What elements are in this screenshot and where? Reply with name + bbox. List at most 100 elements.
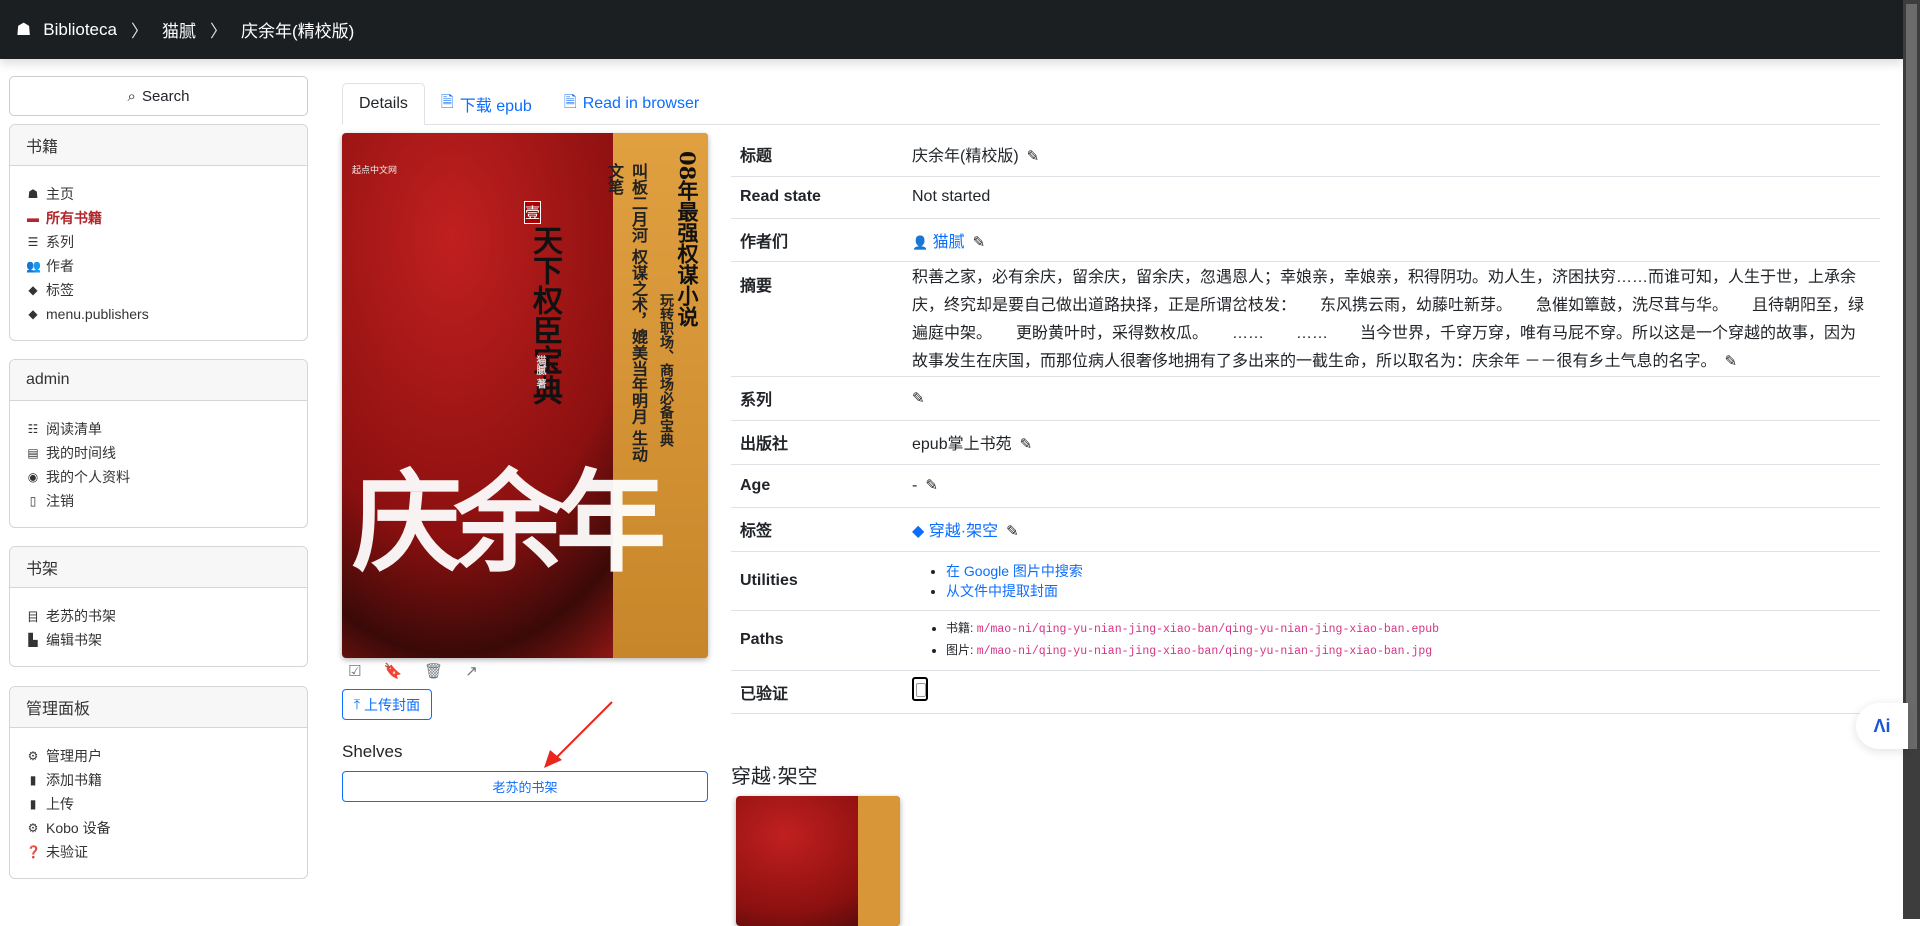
pencil-icon[interactable]: ✎ — [1724, 348, 1737, 376]
pencil-icon[interactable]: ✎ — [1006, 522, 1019, 540]
card-title: 管理面板 — [10, 687, 307, 728]
path-label: 书籍: — [946, 621, 974, 635]
books-card: 书籍 ☗ 主页 ▬ 所有书籍 ☰ 系列 👥 作者 ◆ 标签 ◆ menu.publisher… — [9, 124, 308, 341]
chevron-right-icon: 〉 — [209, 22, 227, 41]
pencil-icon[interactable]: ✎ — [912, 389, 925, 407]
sidebar-item-add-books[interactable]: ▮ 添加书籍 — [26, 768, 291, 792]
sidebar-item-manage-users[interactable]: ⚙ 管理用户 — [26, 744, 291, 768]
checkbox-icon[interactable]: ☑ — [348, 662, 361, 680]
label: 上传 — [46, 796, 74, 812]
tab-download-epub[interactable]: 🗎 下载 epub — [425, 83, 548, 125]
label: 上传封面 — [364, 696, 421, 713]
sidebar-item-authors[interactable]: 👥 作者 — [26, 254, 291, 278]
assistant-floating-button[interactable]: Λi — [1856, 703, 1908, 749]
sidebar-item-upload[interactable]: ▮ 上传 — [26, 792, 291, 816]
cover-actions: ☑ 🔖 🗑 ↗ — [348, 662, 478, 680]
label: 添加书籍 — [46, 772, 102, 788]
tab-label: 下载 epub — [459, 98, 532, 115]
pencil-icon[interactable]: ✎ — [925, 476, 938, 494]
sidebar-item-series[interactable]: ☰ 系列 — [26, 230, 291, 254]
label: Kobo 设备 — [46, 820, 111, 836]
label: 所有书籍 — [46, 210, 102, 226]
sidebar-item-unverified[interactable]: ❓ 未验证 — [26, 840, 291, 864]
sidebar-item-reading-list[interactable]: ☷ 阅读清单 — [26, 417, 291, 441]
path-label: 图片: — [946, 643, 974, 657]
verified-checkbox[interactable] — [912, 677, 928, 701]
pencil-icon[interactable]: ✎ — [1027, 147, 1040, 165]
shelf-button[interactable]: 老苏的书架 — [342, 771, 708, 802]
tag-icon: ◆ — [912, 523, 925, 540]
card-title: 书架 — [10, 547, 307, 588]
breadcrumb-title: 庆余年(精校版) — [240, 22, 355, 41]
search-icon: ⌕ — [127, 87, 136, 105]
search-button[interactable]: ⌕ Search — [9, 76, 308, 116]
top-navbar: ☗ Biblioteca 〉 猫腻 〉 庆余年(精校版) — [0, 0, 1903, 59]
sidebar-item-timeline[interactable]: ▤ 我的时间线 — [26, 441, 291, 465]
scrollbar[interactable] — [1903, 0, 1920, 919]
breadcrumb-home[interactable]: Biblioteca — [43, 20, 117, 40]
shelf-icon: 目 — [26, 609, 39, 624]
list-icon: ☷ — [27, 422, 39, 436]
card-title: admin — [10, 360, 307, 401]
sidebar-item-all-books[interactable]: ▬ 所有书籍 — [26, 206, 291, 230]
home-icon: ☗ — [27, 187, 39, 201]
label: 主页 — [46, 186, 74, 202]
row-tags: 标签 ◆ 穿越·架空 ✎ — [731, 507, 1880, 552]
edit-shelf-icon: ▙ — [28, 633, 38, 647]
file-download-icon: 🗎 — [440, 93, 454, 111]
sidebar-item-tags[interactable]: ◆ 标签 — [26, 278, 291, 302]
user-icon: 👤 — [912, 234, 929, 250]
extract-cover-link[interactable]: 从文件中提取封面 — [946, 583, 1058, 599]
sidebar-item-logout[interactable]: ▯ 注销 — [26, 489, 291, 513]
calendar-icon: ▤ — [27, 446, 39, 460]
row-utilities: Utilities 在 Google 图片中搜索从文件中提取封面 — [731, 551, 1880, 611]
tags-icon: ◆ — [28, 307, 38, 321]
label: 摘要 — [731, 261, 903, 377]
age-value: - — [912, 477, 918, 494]
row-summary: 摘要 积善之家，必有余庆，留余庆，留余庆，忽遇恩人；幸娘亲，幸娘亲，积得阴功。劝人… — [731, 261, 1880, 377]
cover-sub1: 玩转职场、商场必备宝典 — [658, 293, 674, 447]
label: 我的时间线 — [46, 445, 116, 461]
tab-details[interactable]: Details — [342, 83, 425, 125]
cover-headline: 08年最强权谋小说 — [675, 151, 700, 328]
sidebar-item-publishers[interactable]: ◆ menu.publishers — [26, 302, 291, 326]
admin-panel-card: 管理面板 ⚙ 管理用户 ▮ 添加书籍 ▮ 上传 ⚙ Kobo 设备 ❓ 未验证 — [9, 686, 308, 879]
sidebar-item-kobo[interactable]: ⚙ Kobo 设备 — [26, 816, 291, 840]
related-tag-heading: 穿越·架空 — [731, 766, 818, 788]
tag-link[interactable]: 穿越·架空 — [929, 523, 998, 540]
gear-icon: ⚙ — [27, 749, 39, 763]
cover-volume: 壹 — [524, 201, 542, 224]
breadcrumb-author[interactable]: 猫腻 — [162, 17, 196, 42]
ai-logo-icon: Λi — [1873, 715, 1891, 736]
sidebar-item-home[interactable]: ☗ 主页 — [26, 182, 291, 206]
read-state-value: Not started — [903, 176, 1880, 219]
scrollbar-thumb[interactable] — [1906, 4, 1917, 749]
row-title: 标题 庆余年(精校版) ✎ — [731, 133, 1880, 177]
summary-text: 积善之家，必有余庆，留余庆，留余庆，忽遇恩人；幸娘亲，幸娘亲，积得阴功。劝人生，… — [912, 268, 1865, 370]
pencil-icon[interactable]: ✎ — [1020, 435, 1033, 453]
related-book-cover[interactable] — [736, 796, 900, 926]
book-path: m/mao-ni/qing-yu-nian-jing-xiao-ban/qing… — [976, 623, 1440, 636]
bookmark-icon[interactable]: 🔖 — [383, 662, 402, 680]
sidebar-item-edit-shelves[interactable]: ▙ 编辑书架 — [26, 628, 291, 652]
chevron-right-icon: 〉 — [130, 22, 148, 41]
tab-read-in-browser[interactable]: 🗎 Read in browser — [548, 83, 715, 125]
home-icon: ☗ — [16, 19, 32, 39]
tab-label: Details — [359, 95, 408, 112]
author-link[interactable]: 猫腻 — [933, 234, 965, 251]
cover-big-title: 庆余年 — [352, 458, 666, 587]
book-details-table: 标题 庆余年(精校版) ✎ Read state Not started 作者们 👤 猫… — [731, 133, 1880, 714]
row-series: 系列 ✎ — [731, 376, 1880, 421]
book-icon: ▬ — [27, 211, 39, 225]
sidebar-item-profile[interactable]: ◉ 我的个人资料 — [26, 465, 291, 489]
external-link-icon[interactable]: ↗ — [465, 662, 478, 680]
label: 阅读清单 — [46, 421, 102, 437]
label: 标签 — [731, 507, 903, 552]
google-image-search-link[interactable]: 在 Google 图片中搜索 — [946, 563, 1083, 579]
sidebar-item-shelf[interactable]: 目老苏的书架 — [26, 604, 291, 628]
pencil-icon[interactable]: ✎ — [973, 233, 986, 251]
trash-icon[interactable]: 🗑 — [424, 662, 443, 680]
upload-cover-button[interactable]: ⤒ 上传封面 — [342, 689, 432, 720]
row-verified: 已验证 — [731, 670, 1880, 714]
label: 作者们 — [731, 218, 903, 262]
